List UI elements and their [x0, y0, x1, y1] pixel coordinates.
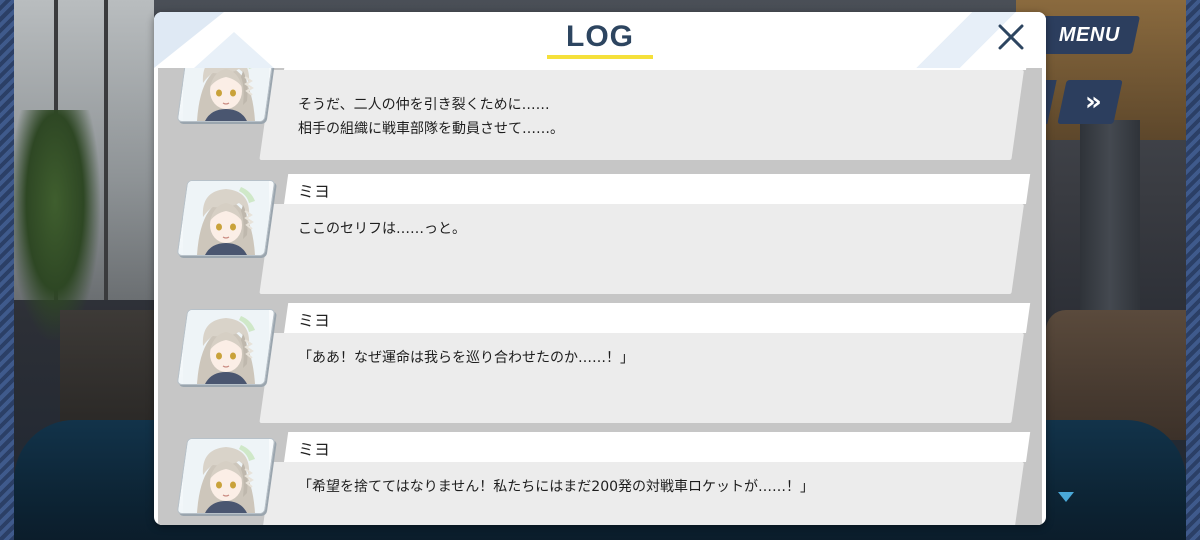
log-header: LOG: [154, 12, 1046, 68]
close-icon: [998, 24, 1024, 50]
background-plant: [10, 110, 100, 340]
log-entry: ミヨ 「希望を捨ててはなりません！私たちにはまだ200発の対戦車ロケットが……！…: [158, 432, 1042, 525]
title-underline: [547, 55, 653, 59]
speaker-name: ミヨ: [298, 182, 331, 201]
character-avatar: [176, 309, 276, 385]
log-entry: そうだ、二人の仲を引き裂くために…… 相手の組織に戦車部隊を動員させて……。: [158, 68, 1042, 164]
character-avatar: [176, 68, 276, 122]
skip-button[interactable]: »: [1057, 80, 1123, 124]
log-list[interactable]: そうだ、二人の仲を引き裂くために…… 相手の組織に戦車部隊を動員させて……。 ミ…: [158, 68, 1042, 525]
speaker-name: ミヨ: [298, 440, 331, 459]
character-avatar: [176, 180, 276, 256]
left-border-stripe: [0, 0, 14, 540]
fast-forward-icon: »: [1084, 87, 1096, 117]
dialogue-line: 「希望を捨ててはなりません！私たちにはまだ200発の対戦車ロケットが……！」: [298, 479, 815, 495]
log-entry: ミヨ ここのセリフは……っと。: [158, 174, 1042, 298]
dialogue-line: 相手の組織に戦車部隊を動員させて……。: [298, 121, 564, 137]
log-entry: ミヨ 「ああ！なぜ運命は我らを巡り合わせたのか……！」: [158, 303, 1042, 427]
log-panel: LOG そうだ、二人の仲を引き裂くために…… 相手の組織に戦車部隊を動員させて……: [154, 12, 1046, 525]
dialogue-box: [259, 70, 1024, 160]
right-border-stripe: [1186, 0, 1200, 540]
dialogue-line: 「ああ！なぜ運命は我らを巡り合わせたのか……！」: [298, 350, 634, 366]
character-avatar: [176, 438, 276, 514]
triangle-down-icon[interactable]: [1058, 492, 1074, 502]
menu-button-label: MENU: [1059, 23, 1120, 46]
dialogue-line: そうだ、二人の仲を引き裂くために……: [298, 97, 550, 113]
speaker-name: ミヨ: [298, 311, 331, 330]
close-button[interactable]: [994, 20, 1028, 54]
log-title: LOG: [566, 20, 634, 53]
dialogue-line: ここのセリフは……っと。: [298, 221, 466, 237]
